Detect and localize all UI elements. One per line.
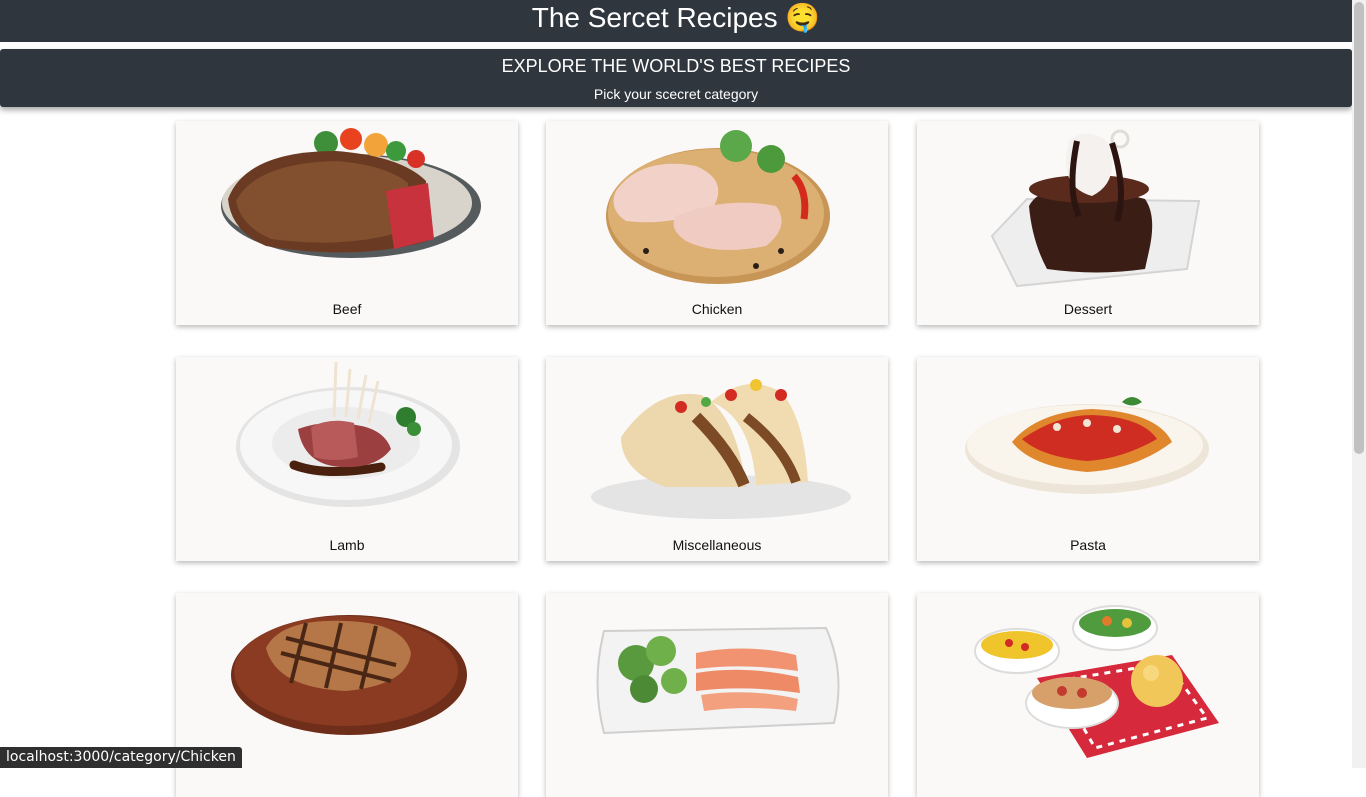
side-dishes-image	[974, 605, 1219, 758]
banner-subheading: Pick your scecret category	[593, 86, 759, 102]
tacos-image	[591, 379, 851, 519]
penne-pasta-image	[965, 397, 1209, 494]
category-card-dessert[interactable]: Dessert	[917, 121, 1259, 325]
salmon-plate-image	[596, 626, 840, 735]
lamb-chops-image	[236, 361, 460, 507]
category-label: Dessert	[1063, 301, 1113, 317]
category-label: Lamb	[329, 537, 365, 553]
category-card-miscellaneous[interactable]: Miscellaneous	[546, 357, 888, 561]
steak-plate-image	[221, 128, 481, 258]
category-label: Beef	[332, 301, 362, 317]
category-card-chicken[interactable]: Chicken	[546, 121, 888, 325]
raw-chicken-image	[606, 130, 830, 284]
drooling-face-icon: 🤤	[785, 2, 821, 33]
app-header: The Sercet Recipes 🤤	[0, 0, 1352, 42]
banner-heading: EXPLORE THE WORLD'S BEST RECIPES	[501, 56, 851, 76]
category-label: Chicken	[691, 301, 743, 317]
category-card-seafood[interactable]	[546, 593, 888, 797]
category-card-beef[interactable]: Beef	[176, 121, 518, 325]
category-label: Miscellaneous	[672, 537, 762, 553]
app-title: The Sercet Recipes	[531, 2, 778, 33]
link-status-bar: localhost:3000/category/Chicken	[0, 747, 242, 768]
chocolate-cake-image	[990, 129, 1201, 288]
category-card-pasta[interactable]: Pasta	[917, 357, 1259, 561]
category-label: Pasta	[1070, 537, 1106, 553]
category-card-side[interactable]	[917, 593, 1259, 797]
scrollbar-thumb[interactable]	[1354, 2, 1364, 454]
vertical-scrollbar[interactable]	[1352, 0, 1366, 768]
pork-chop-image	[231, 615, 467, 735]
category-card-lamb[interactable]: Lamb	[176, 357, 518, 561]
hero-banner: EXPLORE THE WORLD'S BEST RECIPES Pick yo…	[0, 49, 1352, 107]
